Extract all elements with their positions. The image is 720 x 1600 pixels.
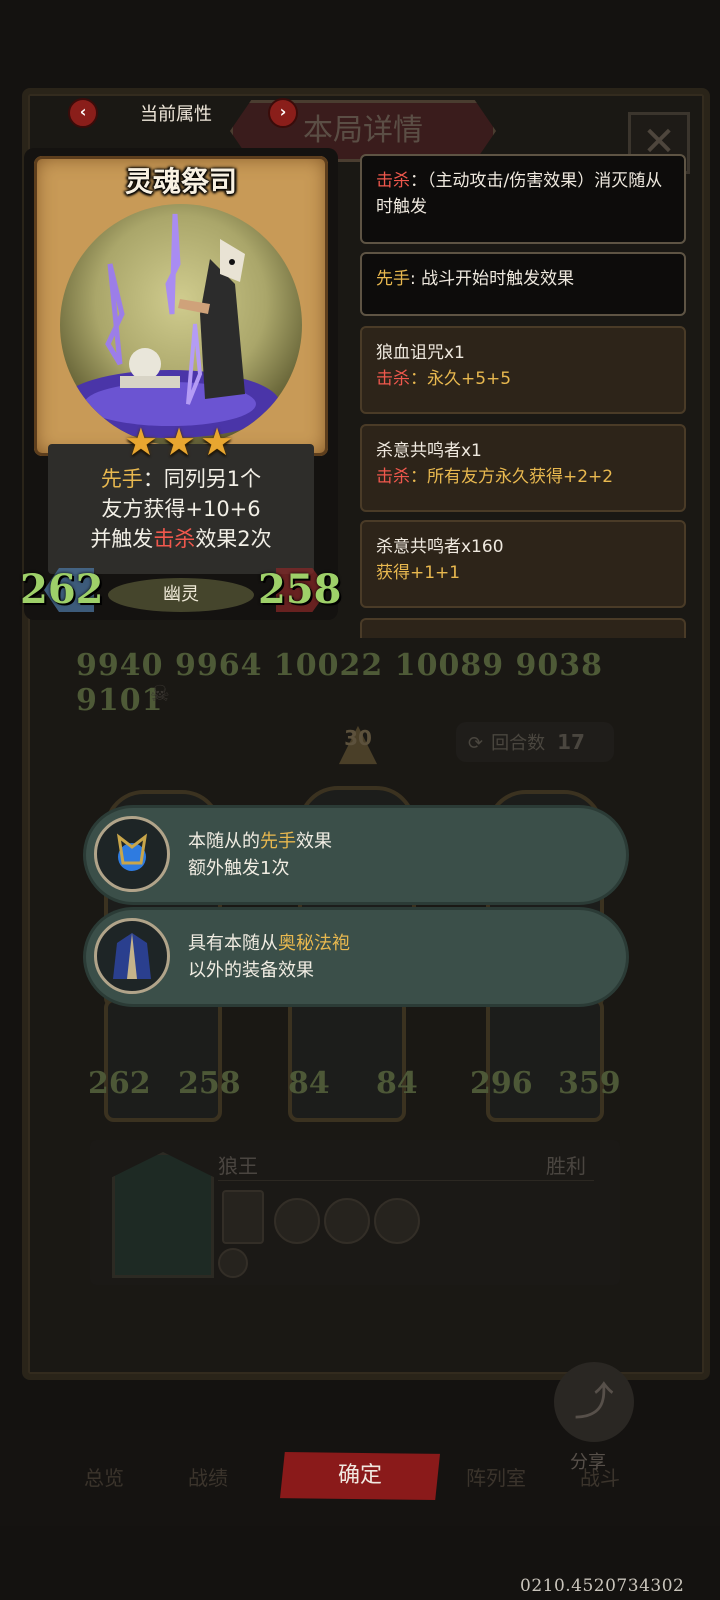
tooltip-line-2: 以外的装备效果 <box>188 960 314 981</box>
desc-line-1: 先手：同列另1个 <box>48 464 314 494</box>
orb-icon <box>94 816 170 892</box>
unit-health: 359 <box>558 1066 621 1101</box>
keyword-kill: 击杀 <box>376 369 410 389</box>
share-icon[interactable]: ⤴ <box>554 1362 634 1442</box>
tab-record[interactable]: 战绩 <box>188 1462 228 1491</box>
coordinate-readout: 0210.4520734302 <box>520 1576 685 1596</box>
priest-art <box>60 213 280 438</box>
unit-attack: 296 <box>470 1066 533 1101</box>
card-artwork <box>60 204 302 446</box>
next-arrow-icon[interactable]: › <box>268 98 298 128</box>
tooltip-text: 本随从的先手效果 额外触发1次 <box>188 828 332 882</box>
buff-box: 杀意共鸣者x1 击杀：所有友方永久获得+2+2 <box>360 424 686 512</box>
buff-value: ：永久+5+5 <box>410 369 512 389</box>
keyword-box-kill: 击杀：（主动攻击/伤害效果）消灭随从时触发 <box>360 154 686 244</box>
equipment-icon[interactable] <box>274 1198 320 1244</box>
unit-card[interactable] <box>486 998 604 1122</box>
desc-line-2: 友方获得+10+6 <box>101 497 261 521</box>
share-label: 分享 <box>570 1452 606 1473</box>
arrow-up-icon: ▲ 30 <box>330 712 386 770</box>
buff-value: 获得+1+1 <box>376 563 461 583</box>
card-health: 258 <box>258 566 342 613</box>
card-title: 灵魂祭司 <box>124 165 237 198</box>
buff-box <box>360 618 686 638</box>
divider <box>218 1180 594 1181</box>
confirm-button[interactable]: 确定 <box>280 1452 440 1500</box>
keyword-first-strike: 先手 <box>376 269 410 289</box>
equipment-tooltip: 本随从的先手效果 额外触发1次 <box>86 808 626 902</box>
coin-icon <box>218 1248 248 1278</box>
buff-name: 狼血诅咒x1 <box>376 343 465 363</box>
keyword-kill: 击杀 <box>153 527 196 551</box>
keyword-kill: 击杀 <box>376 171 410 191</box>
buff-name: 杀意共鸣者x160 <box>376 537 504 557</box>
unit-attack: 84 <box>288 1066 330 1101</box>
robe-icon <box>94 918 170 994</box>
tab-lineup[interactable]: 阵列室 <box>466 1462 526 1491</box>
buff-effect: 击杀：所有友方永久获得+2+2 <box>376 464 670 490</box>
tooltip-text-part: 本随从的 <box>188 831 260 852</box>
buff-box: 狼血诅咒x1 击杀：永久+5+5 <box>360 326 686 414</box>
unit-health: 258 <box>178 1066 241 1101</box>
round-value: 17 <box>557 730 585 754</box>
tooltip-text-part: 效果 <box>296 831 332 852</box>
keyword-text: ：（主动攻击/伤害效果）消灭随从时触发 <box>376 171 663 217</box>
tooltip-text: 具有本随从奥秘法袍 以外的装备效果 <box>188 930 350 984</box>
prev-arrow-icon[interactable]: ‹ <box>68 98 98 128</box>
keyword-text: : 战斗开始时触发效果 <box>410 269 575 289</box>
tab-overview[interactable]: 总览 <box>84 1462 124 1491</box>
enemy-result: 胜利 <box>546 1154 586 1178</box>
buff-value: ：所有友方永久获得+2+2 <box>410 467 614 487</box>
desc-text: 并触发 <box>90 527 154 551</box>
skull-icon: ☠ <box>150 682 170 707</box>
refresh-icon: ⟳ <box>468 733 484 754</box>
equipment-tooltip: 具有本随从奥秘法袍 以外的装备效果 <box>86 910 626 1004</box>
tooltip-line-2: 额外触发1次 <box>188 858 290 879</box>
card-attack: 262 <box>20 566 104 613</box>
header-title: 当前属性 <box>140 104 212 125</box>
tribe-label: 幽灵 <box>108 578 254 612</box>
buff-effect: 击杀：永久+5+5 <box>376 366 670 392</box>
keyword-kill: 击杀 <box>376 467 410 487</box>
unit-attack: 262 <box>88 1066 151 1101</box>
unit-health: 84 <box>376 1066 418 1101</box>
unit-card[interactable] <box>288 998 406 1122</box>
star-rating: ★★★ <box>123 420 239 464</box>
keyword-box-first-strike: 先手: 战斗开始时触发效果 <box>360 252 686 316</box>
keyword-arcane-robe: 奥秘法袍 <box>278 933 350 954</box>
equipment-icon[interactable] <box>374 1198 420 1244</box>
round-counter: ⟳ 回合数 17 <box>456 722 614 762</box>
hero-item-icon[interactable] <box>222 1190 264 1244</box>
buff-name: 杀意共鸣者x1 <box>376 441 482 461</box>
desc-text: 效果2次 <box>195 527 272 551</box>
round-label: 回合数 <box>491 733 546 754</box>
tooltip-text-part: 具有本随从 <box>188 933 278 954</box>
unit-card[interactable] <box>104 998 222 1122</box>
keyword-first-strike: 先手 <box>100 467 143 491</box>
equipment-icon[interactable] <box>324 1198 370 1244</box>
desc-line-3: 并触发击杀效果2次 <box>48 524 314 554</box>
buff-box: 杀意共鸣者x160 获得+1+1 <box>360 520 686 608</box>
keyword-first-strike: 先手 <box>260 831 296 852</box>
enemy-portrait <box>112 1152 214 1278</box>
enemy-name: 狼王 <box>218 1154 258 1178</box>
arrow-value: 30 <box>344 726 372 750</box>
desc-text: ：同列另1个 <box>142 467 262 491</box>
